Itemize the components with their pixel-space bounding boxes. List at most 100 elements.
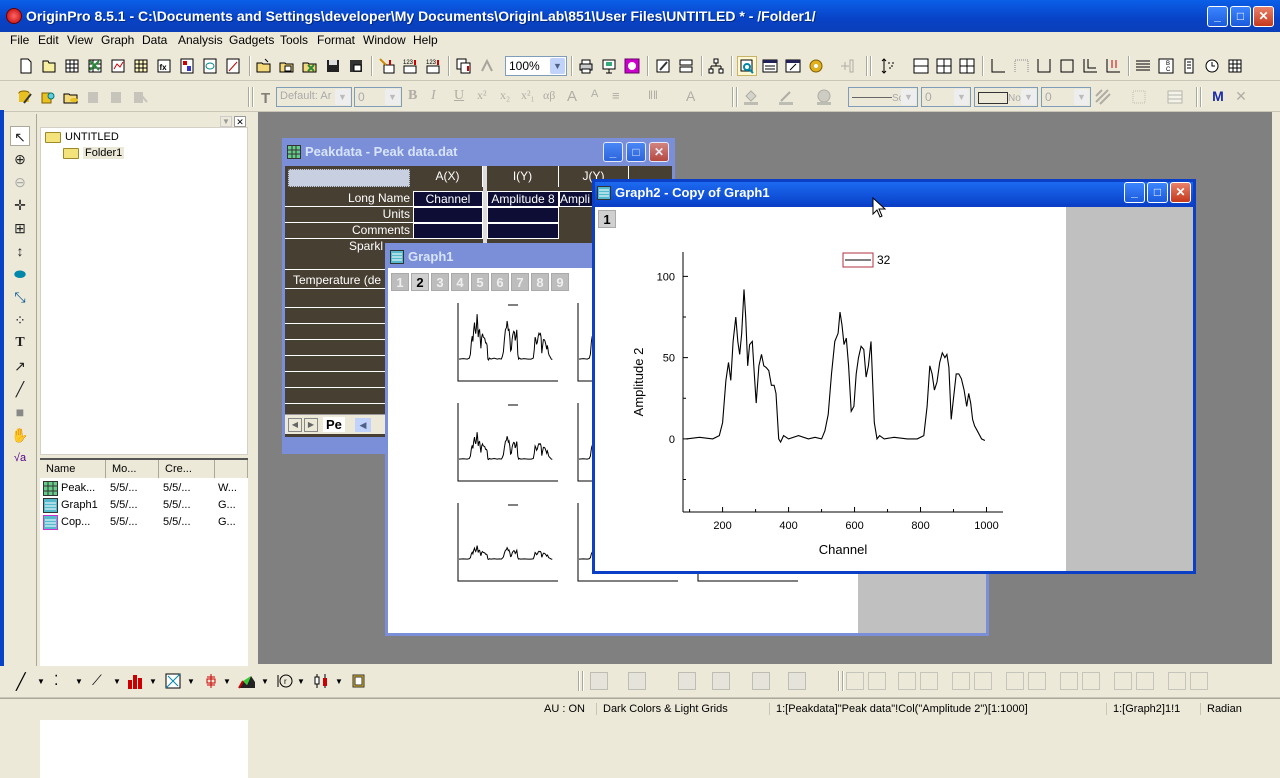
new-graph-icon[interactable] [109,57,127,75]
close-button[interactable]: ✕ [1170,182,1191,203]
menu-edit[interactable]: Edit [38,33,59,47]
line-style-combo[interactable]: So ▼ [848,87,918,107]
new-project-icon[interactable] [17,57,35,75]
chevron-down-icon[interactable]: ▼ [223,677,241,695]
fit-layer-icon[interactable] [1190,672,1208,690]
same-width-icon[interactable] [1006,672,1024,690]
zoom-in-tool-icon[interactable]: ⊕ [10,149,30,169]
supersubscript-icon[interactable]: x²₁ [521,88,539,106]
zoom-out-tool-icon[interactable]: ⊖ [10,172,30,192]
ungroup-objects-icon[interactable] [1136,672,1154,690]
graph2-title-bar[interactable]: Graph2 - Copy of Graph1 _ □ ✕ [595,182,1193,204]
same-height-icon[interactable] [1028,672,1046,690]
chevron-down-icon[interactable]: ▼ [335,677,353,695]
pattern-icon[interactable] [815,88,833,106]
regional-mask-icon[interactable]: ⤡ [10,287,30,307]
chevron-down-icon[interactable]: ▼ [75,677,93,695]
font-icon[interactable]: T [259,88,277,106]
arrow-tool-icon[interactable]: ↗ [10,356,30,376]
database-open-icon[interactable] [62,88,80,106]
cell-a-comments[interactable] [413,223,483,239]
rectangle-tool-icon[interactable]: ■ [10,402,30,422]
axis-break-icon[interactable] [1104,57,1122,75]
menu-tools[interactable]: Tools [280,33,308,47]
border-pattern-icon[interactable] [1130,88,1148,106]
database-import-icon[interactable] [85,88,103,106]
font-size-combo[interactable]: 0 ▼ [354,87,402,107]
worksheet-title-bar[interactable]: Peakdata - Peak data.dat _ □ ✕ [285,141,672,163]
new-function-icon[interactable]: fx [155,57,173,75]
layout-icon[interactable] [590,672,608,690]
menu-gadgets[interactable]: Gadgets [229,33,274,47]
open-icon[interactable] [255,57,273,75]
table-border-icon[interactable] [1166,88,1184,106]
font-color-icon[interactable]: A [686,88,704,106]
layer-tab-9[interactable]: 9 [551,273,569,291]
chevron-down-icon[interactable]: ▼ [1021,89,1036,105]
chevron-down-icon[interactable]: ▼ [901,89,916,105]
chevron-down-icon[interactable]: ▼ [385,89,400,105]
send-back-icon[interactable] [1082,672,1100,690]
new-folder-icon[interactable] [40,57,58,75]
align-right-icon[interactable] [868,672,886,690]
command-window-icon[interactable] [784,57,802,75]
cell-i-units[interactable] [487,207,559,223]
chevron-down-icon[interactable]: ▼ [297,677,315,695]
cell-a-longname[interactable]: Channel [413,191,483,207]
cell-a-units[interactable] [413,207,483,223]
add-column-icon[interactable] [838,57,856,75]
layer-tab-8[interactable]: 8 [531,273,549,291]
col-header-a[interactable]: A(X) [413,166,483,187]
italic-icon[interactable]: I [431,88,449,106]
new-layout-icon[interactable] [178,57,196,75]
legend-update-icon[interactable]: BC [1157,57,1175,75]
graph2-page[interactable]: 1 200 400 600 800 1000 0 50 100 Channel Amplitude… [595,207,1193,571]
line-plot-icon[interactable]: ╱ [16,672,34,691]
align-vcenter-icon[interactable] [952,672,970,690]
axis-top-icon[interactable] [1012,57,1030,75]
menu-graph[interactable]: Graph [101,33,134,47]
front-back-icon[interactable] [788,672,806,690]
layer-arrange-icon[interactable] [958,57,976,75]
hatch-pattern-icon[interactable] [1094,88,1112,106]
col-name[interactable]: Name [40,460,106,478]
col-created[interactable]: Cre... [159,460,215,478]
close-button[interactable]: ✕ [649,142,669,162]
fit-page-icon[interactable] [1168,672,1186,690]
slideshow-icon[interactable] [600,57,618,75]
increase-font-icon[interactable]: A [567,88,585,106]
duplicate-icon[interactable] [455,57,473,75]
maximize-button[interactable]: □ [1230,6,1251,27]
chevron-down-icon[interactable]: ▼ [149,677,167,695]
open-excel-icon[interactable] [301,57,319,75]
new-3d-function-icon[interactable] [224,57,242,75]
new-excel-icon[interactable] [86,57,104,75]
minimize-button[interactable]: _ [1124,182,1145,203]
align-hcenter-icon[interactable] [974,672,992,690]
align-icon[interactable]: ≡ [612,88,630,106]
line-symbol-plot-icon[interactable]: ⟋ [92,672,110,690]
new-notes-icon[interactable] [201,57,219,75]
code-builder-icon[interactable] [654,57,672,75]
data-selector-icon[interactable]: ↕ [10,241,30,261]
group-objects-icon[interactable] [1114,672,1132,690]
close-button[interactable]: ✕ [1253,6,1274,27]
bold-icon[interactable]: B [408,88,426,106]
cell-i-longname[interactable]: Amplitude 8 [487,191,559,207]
graph2-window[interactable]: Graph2 - Copy of Graph1 _ □ ✕ 1 200 400 60… [592,179,1196,574]
sheet-tab[interactable]: Pe [323,417,345,432]
zoom-combo[interactable]: 100% ▼ [505,56,567,76]
tab-next-icon[interactable]: ▶ [304,418,318,432]
chevron-down-icon[interactable]: ▼ [335,89,350,105]
cell-i-comments[interactable] [487,223,559,239]
list-item[interactable]: Cop... 5/5/... 5/5/... G... [40,514,248,531]
layer-tab-4[interactable]: 4 [451,273,469,291]
tab-prev-icon[interactable]: ◀ [288,418,302,432]
screen-reader-icon[interactable]: ✛ [10,195,30,215]
layer-tab-3[interactable]: 3 [431,273,449,291]
decrease-font-icon[interactable]: A [591,88,609,106]
data-reader-icon[interactable]: ⊞ [10,218,30,238]
minimize-button[interactable]: _ [1207,6,1228,27]
col-header-i[interactable]: I(Y) [487,166,559,187]
menu-help[interactable]: Help [413,33,438,47]
